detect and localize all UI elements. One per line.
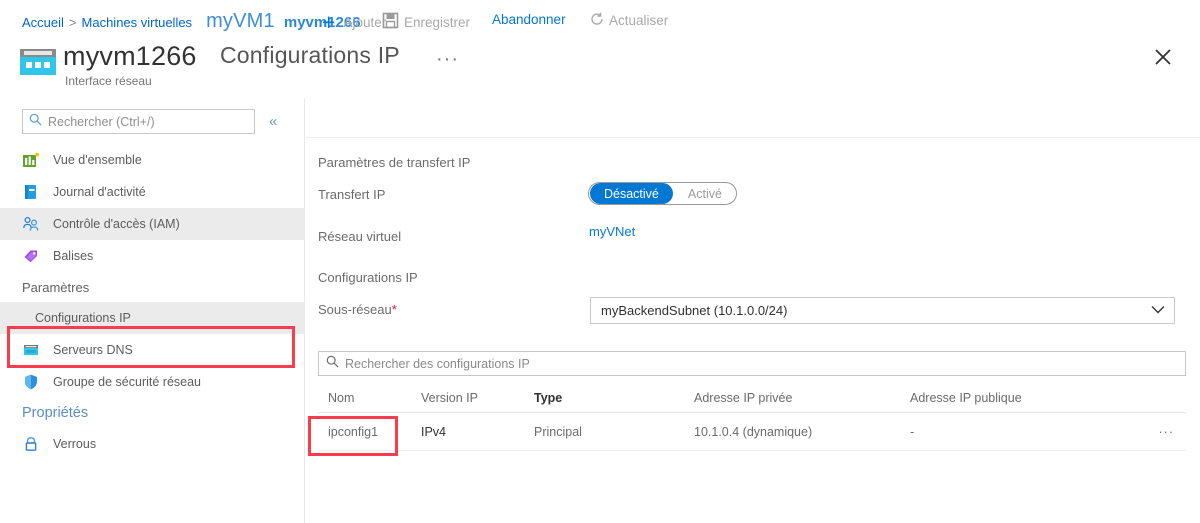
discard-button[interactable]: Abandonner xyxy=(492,12,566,27)
sidebar-item-access-control[interactable]: Contrôle d'accès (IAM) xyxy=(0,208,305,240)
breadcrumb-item-home[interactable]: Accueil xyxy=(22,15,64,30)
network-interface-icon xyxy=(19,47,57,77)
table-cell-ipconfig1[interactable]: ipconfig1 xyxy=(318,425,421,439)
chevron-down-icon xyxy=(1151,305,1165,317)
search-input-wrapper[interactable] xyxy=(22,109,255,134)
search-input[interactable] xyxy=(48,114,238,129)
sidebar-item-label: Contrôle d'accès (IAM) xyxy=(53,217,180,231)
table-cell-public-ip: - xyxy=(910,424,915,439)
sidebar-item-label: Vue d'ensemble xyxy=(53,153,142,167)
refresh-button[interactable]: Actualiser xyxy=(590,12,668,29)
sidebar-item-locks[interactable]: Verrous xyxy=(0,428,305,460)
sidebar-item-network-security-group[interactable]: Groupe de sécurité réseau xyxy=(0,366,305,398)
subnet-label-text: Sous-réseau xyxy=(318,302,392,317)
column-header-public-ip[interactable]: Adresse IP publique xyxy=(910,391,1125,405)
close-icon[interactable] xyxy=(1150,44,1176,70)
people-icon xyxy=(22,215,40,233)
discard-button-label: Abandonner xyxy=(492,12,566,27)
sidebar: « Vue d'ensemble xyxy=(0,98,305,523)
breadcrumb: Accueil > Machines virtuelles myVM1 myvm… xyxy=(22,10,361,33)
table-header-row: Nom Version IP Type Adresse IP privée Ad… xyxy=(318,383,1186,413)
tag-icon xyxy=(22,247,40,265)
main-content: Paramètres de transfert IP Transfert IP … xyxy=(306,98,1200,523)
ip-configurations-section-heading: Configurations IP xyxy=(318,270,418,285)
virtual-network-link[interactable]: myVNet xyxy=(589,224,635,239)
breadcrumb-item-virtual-machines[interactable]: Machines virtuelles xyxy=(82,15,193,30)
chart-icon xyxy=(22,151,40,169)
resource-type-label: Interface réseau xyxy=(65,74,152,88)
refresh-button-label: Actualiser xyxy=(609,13,669,28)
virtual-network-label: Réseau virtuel xyxy=(318,229,402,244)
table-cell-ip-version: IPv4 xyxy=(421,424,447,439)
sidebar-group-settings: Paramètres xyxy=(22,279,90,295)
table-row[interactable]: ipconfig1 IPv4 Principal 10.1.0.4 (dynam… xyxy=(318,413,1186,451)
refresh-icon xyxy=(590,12,604,29)
toggle-option-enabled[interactable]: Activé xyxy=(674,183,736,204)
column-header-type[interactable]: Type xyxy=(534,391,694,405)
column-header-private-ip[interactable]: Adresse IP privée xyxy=(694,391,910,405)
ip-forwarding-section-heading: Paramètres de transfert IP xyxy=(318,155,471,170)
ip-config-filter-wrapper[interactable] xyxy=(318,351,1186,376)
ip-config-filter-input[interactable] xyxy=(345,356,1145,371)
sidebar-search-row: « xyxy=(22,109,277,134)
table-cell-type: Principal xyxy=(534,424,582,439)
save-disk-icon xyxy=(382,12,399,32)
sidebar-group-properties: Propriétés xyxy=(22,405,89,421)
add-button[interactable]: + Ajouter xyxy=(322,11,386,34)
sidebar-item-label: Verrous xyxy=(53,437,97,451)
breadcrumb-item-myvm1[interactable]: myVM1 xyxy=(206,10,275,33)
breadcrumb-separator: > xyxy=(68,15,77,30)
subnet-dropdown[interactable]: myBackendSubnet (10.1.0.0/24) xyxy=(590,297,1175,324)
ip-forwarding-toggle[interactable]: Désactivé Activé xyxy=(588,182,737,205)
sidebar-item-label: Balises xyxy=(53,249,94,263)
sidebar-nav: Vue d'ensemble Journal d'activité Contrô… xyxy=(0,144,305,460)
subnet-selected-value: myBackendSubnet (10.1.0.0/24) xyxy=(601,303,788,318)
book-icon xyxy=(22,183,40,201)
dns-icon xyxy=(22,341,40,359)
blade-title: Configurations IP xyxy=(220,42,400,68)
subnet-label: Sous-réseau* xyxy=(318,302,397,317)
sidebar-item-dns-servers[interactable]: Serveurs DNS xyxy=(0,334,305,366)
search-icon xyxy=(29,113,42,131)
azure-portal-blade: Accueil > Machines virtuelles myVM1 myvm… xyxy=(0,0,1200,523)
ip-configurations-table: Nom Version IP Type Adresse IP privée Ad… xyxy=(318,383,1186,451)
sidebar-item-overview[interactable]: Vue d'ensemble xyxy=(0,144,305,176)
page-title: myvm1266 xyxy=(63,41,197,71)
search-icon xyxy=(326,355,339,373)
column-header-ip-version[interactable]: Version IP xyxy=(421,391,534,405)
ip-forwarding-label: Transfert IP xyxy=(318,187,386,202)
sidebar-item-ip-configurations[interactable]: Configurations IP xyxy=(0,302,305,334)
table-cell-private-ip: 10.1.0.4 (dynamique) xyxy=(694,424,813,439)
sidebar-item-label: Groupe de sécurité réseau xyxy=(53,375,202,389)
row-context-menu-icon[interactable]: ··· xyxy=(1125,425,1186,439)
sidebar-item-activity-log[interactable]: Journal d'activité xyxy=(0,176,305,208)
command-bar xyxy=(306,98,1200,138)
save-button[interactable]: Enregistrer xyxy=(382,12,470,32)
more-menu-icon[interactable]: ··· xyxy=(436,48,459,71)
required-asterisk: * xyxy=(391,302,397,317)
sidebar-item-label: Journal d'activité xyxy=(53,185,146,199)
sidebar-item-label: Serveurs DNS xyxy=(53,343,133,357)
plus-icon: + xyxy=(322,9,336,35)
toggle-option-disabled[interactable]: Désactivé xyxy=(590,183,673,204)
lock-icon xyxy=(22,435,40,453)
collapse-sidebar-icon[interactable]: « xyxy=(269,114,277,129)
shield-icon xyxy=(22,373,40,391)
save-button-label: Enregistrer xyxy=(404,14,471,30)
add-button-label: Ajouter xyxy=(343,15,387,30)
sidebar-item-label: Configurations IP xyxy=(35,311,131,325)
column-header-name[interactable]: Nom xyxy=(318,391,421,405)
sidebar-item-tags[interactable]: Balises xyxy=(0,240,305,272)
